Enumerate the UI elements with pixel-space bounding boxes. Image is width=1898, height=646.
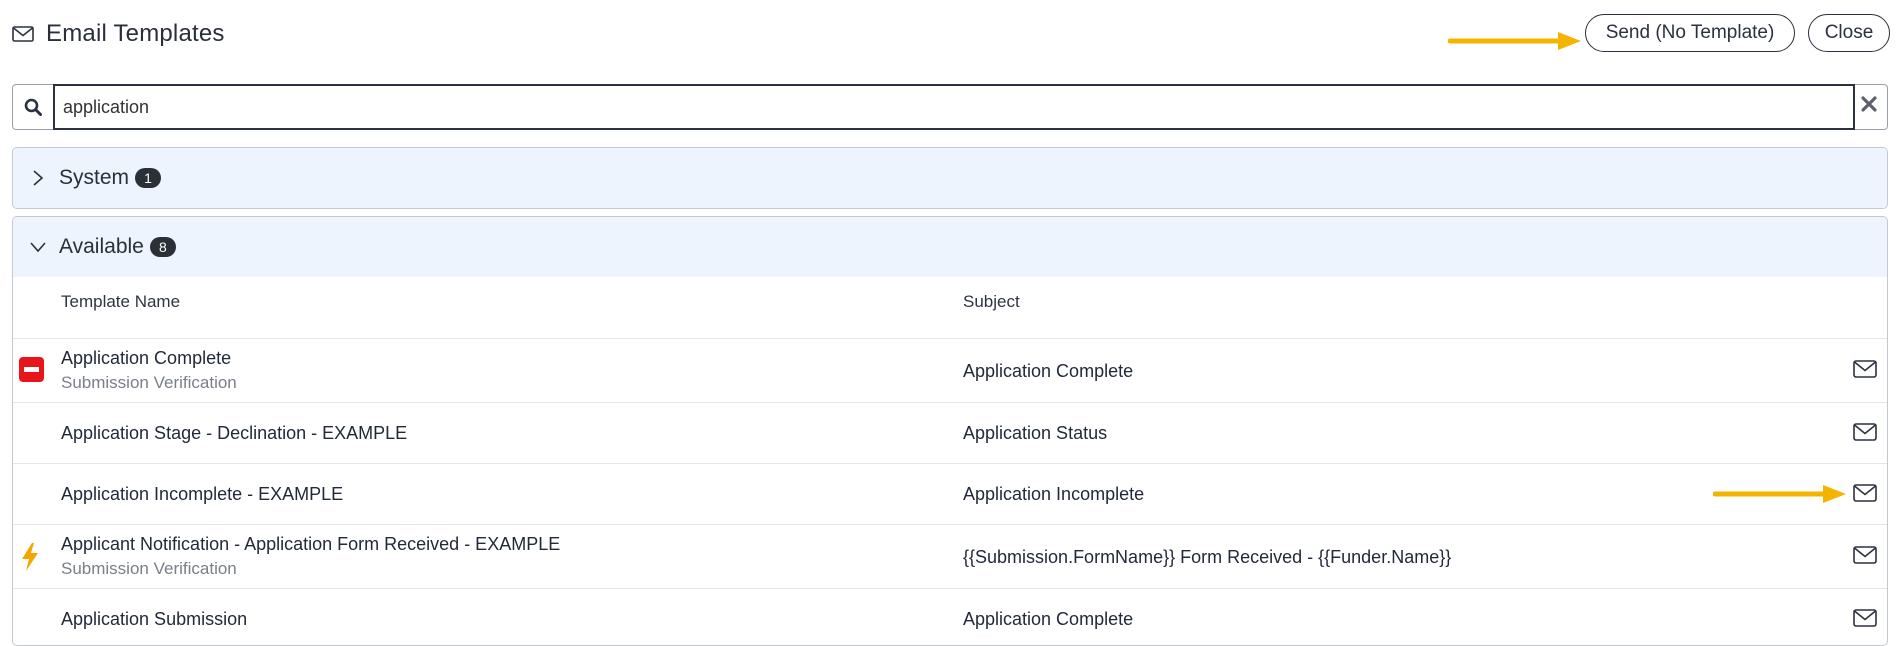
template-subject: {{Submission.FormName}} Form Received - … [963, 547, 1452, 567]
template-subject: Application Incomplete [963, 484, 1145, 504]
table-row[interactable]: Application Complete Submission Verifica… [13, 338, 1887, 403]
column-header-subject[interactable]: Subject [963, 292, 1020, 312]
close-button[interactable]: Close [1808, 14, 1890, 52]
table-row[interactable]: Application Stage - Declination - EXAMPL… [13, 402, 1887, 464]
lightning-icon [21, 543, 39, 576]
template-name: Application Incomplete - EXAMPLE [61, 484, 344, 504]
search-icon [13, 85, 53, 128]
template-subject: Application Status [963, 423, 1108, 443]
send-no-template-button[interactable]: Send (No Template) [1585, 14, 1795, 52]
count-badge: 1 [135, 168, 162, 188]
envelope-icon[interactable] [1853, 484, 1877, 507]
envelope-icon [12, 26, 34, 42]
section-available-header[interactable]: Available 8 [13, 217, 1887, 277]
envelope-icon[interactable] [1853, 546, 1877, 569]
arrow-icon [1713, 485, 1846, 503]
template-name: Applicant Notification - Application For… [61, 534, 561, 554]
table-row[interactable]: Application Incomplete - EXAMPLE Applica… [13, 463, 1887, 525]
section-label: System [59, 166, 130, 189]
page-title: Email Templates [46, 20, 225, 47]
column-header-template-name[interactable]: Template Name [61, 292, 180, 312]
table-row[interactable]: Application Submission Application Compl… [13, 588, 1887, 645]
chevron-right-icon [27, 167, 49, 189]
section-system: System 1 [12, 147, 1888, 209]
chevron-down-icon [27, 236, 49, 258]
template-subject: Application Complete [963, 609, 1134, 629]
search-bar [12, 84, 1888, 130]
title-area: Email Templates [12, 20, 225, 48]
modal-header: Email Templates Send (No Template) Close [0, 0, 1898, 70]
template-name: Application Complete [61, 348, 232, 368]
close-x-icon [1861, 96, 1877, 117]
count-badge: 8 [149, 237, 176, 257]
template-category: Submission Verification [61, 373, 237, 392]
arrow-icon [1448, 32, 1581, 50]
envelope-icon[interactable] [1853, 609, 1877, 632]
envelope-icon[interactable] [1853, 423, 1877, 446]
table-row[interactable]: Applicant Notification - Application For… [13, 524, 1887, 589]
template-category: Submission Verification [61, 559, 237, 578]
envelope-icon[interactable] [1853, 360, 1877, 383]
section-available: Available 8 Template Name Subject Applic… [12, 216, 1888, 646]
section-label: Available [59, 235, 144, 258]
template-name: Application Stage - Declination - EXAMPL… [61, 423, 408, 443]
template-name: Application Submission [61, 609, 248, 629]
blocked-icon [19, 357, 44, 387]
template-subject: Application Complete [963, 361, 1134, 381]
clear-search-button[interactable] [1851, 85, 1887, 128]
section-system-header[interactable]: System 1 [13, 148, 1887, 208]
search-input[interactable] [53, 84, 1855, 130]
